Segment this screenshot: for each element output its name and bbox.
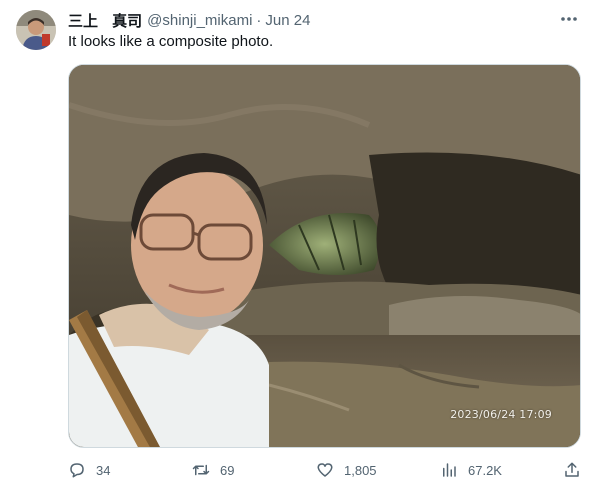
like-count: 1,805	[344, 462, 377, 478]
retweet-count: 69	[220, 462, 235, 478]
cave-selfie-image	[69, 65, 580, 447]
retweet-button[interactable]: 69	[192, 460, 234, 480]
action-bar: 34 69 1,805 67.2K	[68, 460, 581, 480]
user-handle[interactable]: @shinji_mikami	[147, 12, 252, 29]
like-button[interactable]: 1,805	[316, 460, 377, 480]
post-date[interactable]: Jun 24	[265, 12, 310, 29]
retweet-icon	[192, 464, 210, 476]
reply-button[interactable]: 34	[68, 460, 110, 480]
tweet-header: 三上 真司 @shinji_mikami · Jun 24	[68, 10, 310, 30]
heart-icon	[317, 463, 333, 477]
display-name[interactable]: 三上 真司	[68, 10, 142, 31]
separator-dot: ·	[256, 11, 262, 29]
views-count: 67.2K	[468, 462, 502, 478]
avatar[interactable]	[16, 10, 56, 50]
photo-timestamp: 2023/06/24 17:09	[450, 408, 552, 421]
reply-count: 34	[96, 462, 111, 478]
bar-chart-icon	[443, 463, 456, 477]
views-button[interactable]: 67.2K	[440, 460, 502, 480]
tweet-text: It looks like a composite photo.	[68, 33, 274, 50]
speech-bubble-icon	[70, 463, 84, 478]
more-horizontal-icon[interactable]	[559, 10, 579, 28]
tweet-photo[interactable]: 2023/06/24 17:09	[68, 64, 581, 448]
share-button[interactable]	[563, 460, 581, 480]
share-upload-icon	[565, 462, 579, 477]
